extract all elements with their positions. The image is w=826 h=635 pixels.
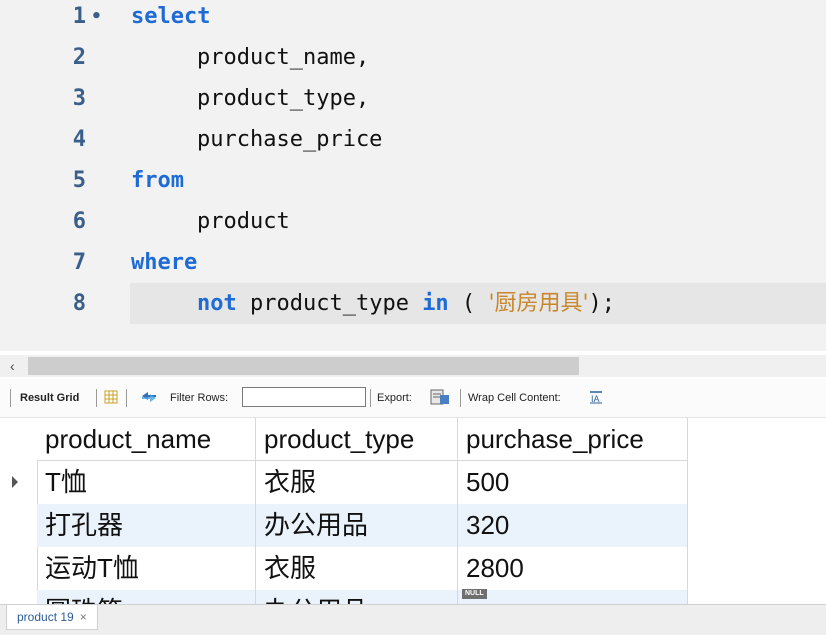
result-tab[interactable]: product 19 × (6, 605, 98, 630)
toolbar-divider (10, 389, 11, 407)
line-number: 5 (72, 168, 86, 193)
string-literal: '厨房用具' (488, 291, 589, 316)
row-gutter (0, 418, 38, 461)
table-cell[interactable]: T恤 (37, 461, 256, 504)
row-gutter[interactable] (0, 504, 38, 547)
column-identifier: product_type, (197, 86, 370, 111)
row-gutter[interactable] (0, 590, 38, 604)
column-identifier: purchase_price (197, 127, 383, 152)
result-tab-bar: product 19 × (0, 604, 826, 635)
line-number: 4 (72, 127, 86, 152)
toolbar-divider (96, 389, 97, 407)
result-toolbar: Result Grid Filter Rows: Export: Wrap Ce… (0, 379, 826, 418)
scroll-left-icon[interactable]: ‹ (10, 356, 15, 376)
sql-editor[interactable]: 1 • select 2 product_name, 3 product_typ… (0, 0, 826, 351)
where-condition: not product_type in ( '厨房用具'); (197, 283, 615, 324)
column-identifier: product_name, (197, 45, 370, 70)
column-identifier: product_type (236, 291, 423, 316)
line-number: 2 (72, 45, 86, 70)
toolbar-divider (370, 389, 371, 407)
horizontal-scrollbar[interactable]: ‹ (0, 355, 826, 377)
keyword-in: in (422, 291, 449, 316)
line-number: 3 (72, 86, 86, 111)
wrap-text-icon[interactable]: IA (589, 390, 603, 407)
current-row-pointer-icon (12, 476, 18, 488)
result-grid[interactable]: product_name product_type purchase_price… (0, 418, 826, 604)
table-cell[interactable]: 320 (458, 504, 688, 547)
column-header[interactable]: product_name (37, 418, 256, 461)
filter-rows-input[interactable] (242, 387, 366, 407)
table-cell[interactable] (458, 590, 688, 604)
column-header[interactable]: product_type (256, 418, 458, 461)
keyword-where: where (131, 250, 198, 275)
code-line-8-current: 8 not product_type in ( '厨房用具'); (0, 283, 826, 324)
table-row[interactable]: 圆珠笔 办公用品 NULL (0, 589, 688, 604)
grid-view-icon[interactable] (104, 390, 118, 407)
paren-open: ( (448, 291, 489, 316)
keyword-from: from (131, 168, 184, 193)
paren-close: ); (588, 291, 616, 316)
line-number: 6 (72, 209, 86, 234)
table-cell[interactable]: 衣服 (256, 547, 458, 590)
code-line-1: 1 • select (0, 0, 826, 37)
row-gutter[interactable] (0, 461, 38, 504)
toolbar-divider (460, 389, 461, 407)
result-tab-label: product 19 (17, 610, 74, 624)
table-cell[interactable]: 打孔器 (37, 504, 256, 547)
export-label: Export: (377, 392, 412, 404)
table-cell[interactable]: 办公用品 (256, 590, 458, 604)
refresh-arrows-icon[interactable] (140, 390, 158, 407)
code-line-7: 7 where (0, 242, 826, 283)
keyword-not: not (197, 291, 237, 316)
filter-rows-label: Filter Rows: (170, 392, 229, 404)
code-line-3: 3 product_type, (0, 78, 826, 119)
null-badge: NULL (462, 589, 487, 599)
export-file-icon[interactable] (430, 389, 450, 408)
table-cell[interactable]: 运动T恤 (37, 547, 256, 590)
line-number: 8 (72, 291, 86, 316)
table-cell[interactable]: 500 (458, 461, 688, 504)
scrollbar-thumb[interactable] (28, 357, 579, 375)
column-header[interactable]: purchase_price (458, 418, 688, 461)
wrap-cell-content-label: Wrap Cell Content: (468, 392, 561, 404)
table-cell[interactable]: 衣服 (256, 461, 458, 504)
statement-marker-icon: • (91, 6, 102, 27)
table-cell[interactable]: 办公用品 (256, 504, 458, 547)
code-line-4: 4 purchase_price (0, 119, 826, 160)
line-number: 7 (72, 250, 86, 275)
table-cell[interactable]: 圆珠笔 (37, 590, 256, 604)
table-identifier: product (197, 209, 290, 234)
close-icon[interactable]: × (80, 610, 87, 624)
grid-header-row: product_name product_type purchase_price (0, 418, 688, 461)
code-line-6: 6 product (0, 201, 826, 242)
table-row[interactable]: 打孔器 办公用品 320 (0, 504, 688, 547)
table-cell[interactable]: 2800 (458, 547, 688, 590)
line-number: 1 (72, 4, 86, 29)
row-gutter[interactable] (0, 547, 38, 590)
code-line-5: 5 from (0, 160, 826, 201)
toolbar-divider (126, 389, 127, 407)
table-row[interactable]: T恤 衣服 500 (0, 461, 688, 504)
table-row[interactable]: 运动T恤 衣服 2800 (0, 547, 688, 590)
keyword-select: select (131, 4, 211, 29)
code-line-2: 2 product_name, (0, 37, 826, 78)
result-grid-label[interactable]: Result Grid (20, 391, 79, 405)
